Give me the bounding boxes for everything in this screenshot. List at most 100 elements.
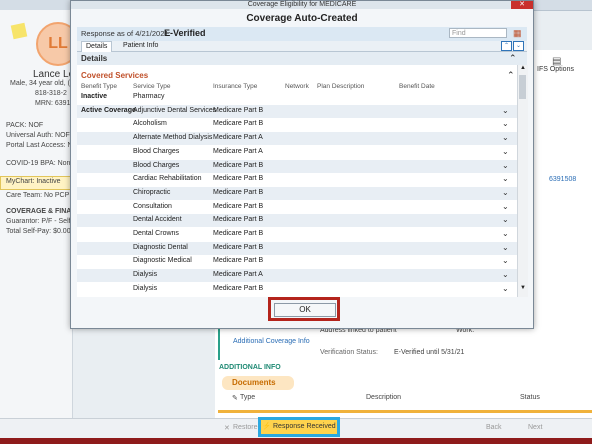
documents-status-column[interactable]: Status <box>520 394 540 401</box>
response-label: Response as of 4/21/2021: <box>81 29 171 38</box>
table-row[interactable]: Chiropractic Medicare Part B ⌄ <box>77 186 517 200</box>
table-row[interactable]: Dental Accident Medicare Part B ⌄ <box>77 214 517 228</box>
table-row[interactable]: Alcoholism Medicare Part B ⌄ <box>77 118 517 131</box>
expand-row-icon[interactable]: ⌄ <box>502 202 509 211</box>
documents-type-column[interactable]: Type <box>240 394 255 401</box>
pack-status: PACK: NOF <box>6 122 44 129</box>
table-row[interactable]: Dialysis Medicare Part B ⌄ <box>77 283 517 296</box>
documents-heading[interactable]: Documents <box>222 376 294 390</box>
expand-row-icon[interactable]: ⌄ <box>502 119 509 128</box>
patient-mrn: MRN: 6391 <box>35 100 71 107</box>
tab-details[interactable]: Details <box>81 41 113 52</box>
scroll-down-icon[interactable]: ▼ <box>520 285 526 291</box>
restore-icon[interactable]: ✕ <box>224 424 230 432</box>
response-status: E-Verified <box>164 28 206 38</box>
total-self-pay: Total Self-Pay: $0.00 <box>6 228 71 235</box>
restore-button[interactable]: Restore <box>233 424 258 431</box>
portal-last-access: Portal Last Access: No <box>6 142 77 149</box>
table-row[interactable]: Inactive Pharmacy <box>77 91 517 104</box>
back-button[interactable]: Back <box>486 424 502 431</box>
tab-patient-info[interactable]: Patient Info <box>119 41 162 51</box>
covered-services-title: Covered Services <box>81 71 149 80</box>
dialog-header: Coverage Auto-Created <box>246 13 358 24</box>
service-type-cell: Diagnostic Medical <box>133 257 192 265</box>
benefit-type-cell: Active Coverage <box>81 106 136 114</box>
ok-button[interactable]: OK <box>274 303 336 317</box>
service-type-cell: Alcoholism <box>133 120 167 128</box>
insurance-type-cell: Medicare Part B <box>213 188 264 196</box>
column-insurance-type: Insurance Type <box>213 83 258 90</box>
expand-row-icon[interactable]: ⌄ <box>502 256 509 265</box>
close-icon[interactable]: ✕ <box>511 1 533 9</box>
universal-auth: Universal Auth: NOF <box>6 132 70 139</box>
table-scrollbar[interactable]: ▲ ▼ <box>517 65 528 297</box>
table-row[interactable]: Cardiac Rehabilitation Medicare Part B ⌄ <box>77 173 517 186</box>
patient-name: Lance Lo <box>33 69 75 80</box>
patient-demographics: Male, 34 year old, ( <box>10 80 70 87</box>
additional-info-heading: ADDITIONAL INFO <box>219 364 281 371</box>
verification-status-value: E-Verified until 5/31/21 <box>394 349 465 356</box>
table-row[interactable]: Dental Crowns Medicare Part B ⌄ <box>77 228 517 241</box>
collapse-services-icon[interactable]: ⌃ <box>507 70 515 81</box>
table-row[interactable]: Alternate Method Dialysis Medicare Part A… <box>77 132 517 146</box>
table-row[interactable]: Dialysis Medicare Part A ⌄ <box>77 269 517 283</box>
expand-row-icon[interactable]: ⌄ <box>502 270 509 279</box>
table-row[interactable]: Blood Charges Medicare Part B ⌄ <box>77 159 517 173</box>
sticky-note-icon[interactable] <box>10 22 28 40</box>
table-row[interactable]: Blood Charges Medicare Part A ⌄ <box>77 146 517 159</box>
service-type-cell: Blood Charges <box>133 161 180 169</box>
service-type-cell: Blood Charges <box>133 147 180 155</box>
insurance-type-cell: Medicare Part B <box>213 230 264 237</box>
column-benefit-type: Benefit Type <box>81 83 118 90</box>
expand-row-icon[interactable]: ⌄ <box>502 284 509 293</box>
coverage-dialog: Coverage Eligibility for MEDICARE ✕ Cove… <box>70 0 534 329</box>
insurance-type-cell: Medicare Part B <box>213 216 264 224</box>
insurance-type-cell: Medicare Part B <box>213 284 264 292</box>
expand-row-icon[interactable]: ⌄ <box>502 243 509 252</box>
verification-status-label: Verification Status: <box>320 349 378 356</box>
table-row[interactable]: Consultation Medicare Part B ⌄ <box>77 201 517 214</box>
insurance-type-cell: Medicare Part A <box>213 147 263 155</box>
additional-coverage-link[interactable]: Additional Coverage Info <box>233 338 310 345</box>
service-type-cell: Consultation <box>133 202 172 210</box>
service-type-cell: Pharmacy <box>133 93 165 100</box>
insurance-type-cell: Medicare Part A <box>213 134 263 142</box>
ifs-options-button[interactable]: IFS Options <box>537 66 574 73</box>
covid-bpa: COVID-19 BPA: None <box>6 160 75 167</box>
expand-row-icon[interactable]: ⌄ <box>502 229 509 238</box>
expand-row-icon[interactable]: ⌄ <box>502 215 509 224</box>
documents-description-column[interactable]: Description <box>366 394 401 401</box>
expand-row-icon[interactable]: ⌄ <box>502 147 509 156</box>
service-type-cell: Alternate Method Dialysis <box>133 134 213 142</box>
response-received-button[interactable]: ⚡ Response Received <box>258 417 340 437</box>
guarantor: Guarantor: P/F - Self <box>6 218 71 225</box>
grid-icon[interactable]: ▦ <box>513 28 522 39</box>
table-row[interactable]: Diagnostic Medical Medicare Part B ⌄ <box>77 255 517 268</box>
column-service-type: Service Type <box>133 83 171 90</box>
insurance-type-cell: Medicare Part B <box>213 243 264 251</box>
reference-number-link[interactable]: 6391508 <box>549 176 576 183</box>
window-title: Coverage Eligibility for MEDICARE <box>71 1 533 9</box>
documents-divider <box>218 410 592 413</box>
scroll-up-icon[interactable]: ▲ <box>520 65 526 71</box>
expand-row-icon[interactable]: ⌄ <box>502 174 509 183</box>
collapse-all-icon[interactable]: ⌃ <box>501 41 512 51</box>
expand-row-icon[interactable]: ⌄ <box>502 188 509 197</box>
pencil-icon[interactable]: ✎ <box>232 394 238 402</box>
insurance-type-cell: Medicare Part B <box>213 161 264 169</box>
care-team: Care Team: No PCP <box>6 192 70 199</box>
table-row[interactable]: Diagnostic Dental Medicare Part B ⌄ <box>77 241 517 255</box>
next-button[interactable]: Next <box>528 424 542 431</box>
collapse-section-icon[interactable]: ⌃ <box>509 53 517 64</box>
expand-row-icon[interactable]: ⌄ <box>502 106 509 115</box>
details-section-title: Details <box>81 54 108 63</box>
scroll-thumb[interactable] <box>519 75 526 99</box>
service-type-cell: Dental Crowns <box>133 230 179 237</box>
service-type-cell: Diagnostic Dental <box>133 243 188 251</box>
find-input[interactable]: Find <box>449 28 507 38</box>
service-type-cell: Adjunctive Dental Services <box>133 106 217 114</box>
expand-all-icon[interactable]: ⌄ <box>513 41 524 51</box>
table-row[interactable]: Active Coverage Adjunctive Dental Service… <box>77 104 517 118</box>
expand-row-icon[interactable]: ⌄ <box>502 133 509 142</box>
expand-row-icon[interactable]: ⌄ <box>502 161 509 170</box>
